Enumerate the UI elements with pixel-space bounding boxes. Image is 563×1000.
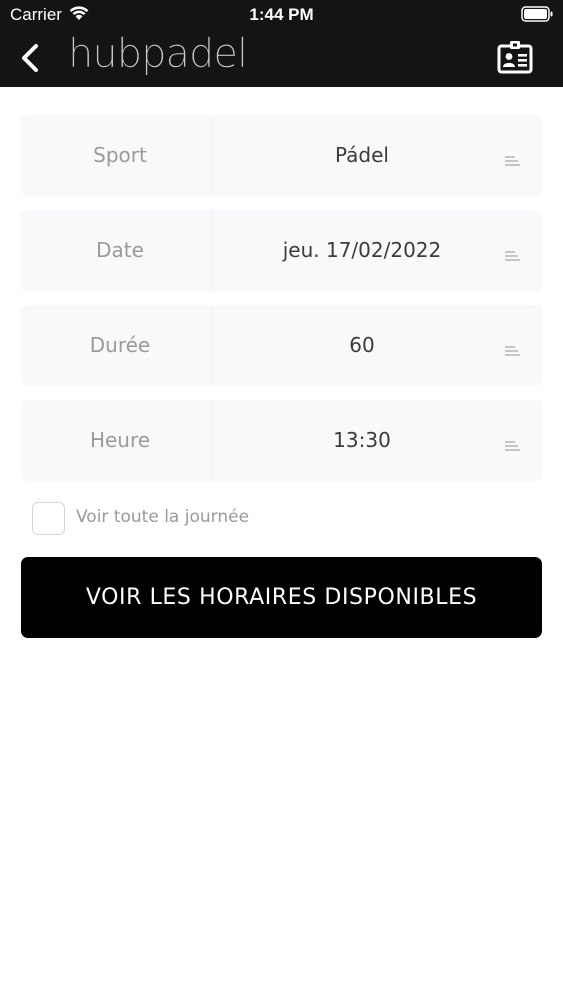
full-day-checkbox[interactable] [32,502,65,535]
show-available-times-button[interactable]: VOIR LES HORAIRES DISPONIBLES [21,557,542,638]
app-logo: hubpadel [68,31,249,77]
status-time: 1:44 PM [249,5,314,24]
sport-value[interactable]: Pádel [221,115,503,195]
menu-lines-icon [504,341,520,356]
time-row[interactable]: Heure 13:30 [21,400,542,480]
date-value[interactable]: jeu. 17/02/2022 [221,210,503,290]
full-day-checkbox-label[interactable]: Voir toute la journée [76,507,249,527]
duration-value[interactable]: 60 [221,305,503,385]
sport-row[interactable]: Sport Pádel [21,115,542,195]
menu-lines-icon [504,436,520,451]
duration-row[interactable]: Durée 60 [21,305,542,385]
id-card-icon[interactable] [497,40,533,74]
menu-lines-icon [504,246,520,261]
sport-label: Sport [93,143,147,167]
menu-lines-icon [504,151,520,166]
date-row[interactable]: Date jeu. 17/02/2022 [21,210,542,290]
date-label: Date [96,238,144,262]
back-chevron-icon[interactable] [16,40,46,76]
time-value[interactable]: 13:30 [221,400,503,480]
duration-label: Durée [89,333,151,357]
time-label: Heure [89,428,151,452]
nav-bar: hubpadel [0,30,563,87]
status-bar: Carrier 1:44 PM [0,0,563,30]
battery-icon [521,6,553,26]
